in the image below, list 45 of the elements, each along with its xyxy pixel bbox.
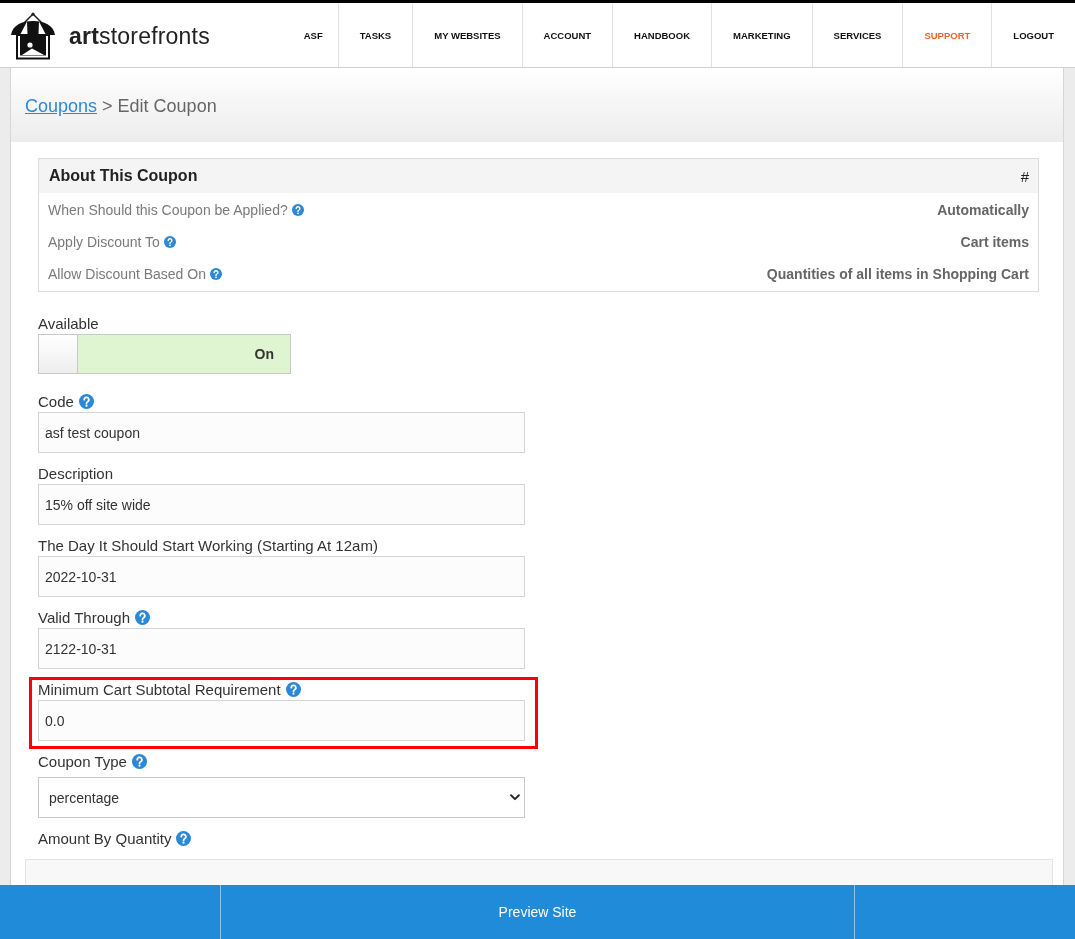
help-icon[interactable]	[131, 753, 147, 769]
field-label: Minimum Cart Subtotal Requirement	[38, 680, 281, 698]
field-label: Coupon Type	[38, 752, 127, 770]
field-label: Available	[38, 314, 99, 332]
logo-text[interactable]: artstorefronts	[69, 22, 210, 50]
text-input-field[interactable]: asf test coupon	[38, 412, 525, 453]
nav-link[interactable]: MY WEBSITES	[412, 3, 522, 67]
field-label: The Day It Should Start Working (Starting At 12am)	[38, 536, 378, 554]
nav-link[interactable]: HANDBOOK	[612, 3, 711, 67]
nav-link[interactable]: MARKETING	[711, 3, 812, 67]
anchor-link[interactable]: #	[1020, 167, 1029, 185]
help-icon[interactable]	[285, 681, 301, 697]
summary-label: Allow Discount Based On	[48, 266, 206, 282]
text-input-field[interactable]: 15% off site wide	[38, 484, 525, 525]
field-label: Amount By Quantity	[38, 829, 172, 847]
summary-value: Quantities of all items in Shopping Cart	[766, 266, 1029, 282]
nav-link[interactable]: TASKS	[337, 3, 413, 67]
help-icon[interactable]	[209, 268, 222, 280]
nav-link[interactable]: ACCOUNT	[521, 3, 613, 67]
nav-link[interactable]: LOGOUT	[991, 3, 1075, 67]
storefront-logo-icon[interactable]	[9, 12, 57, 60]
help-icon[interactable]	[176, 830, 192, 846]
breadcrumb-separator: >	[102, 96, 113, 117]
text-input-field[interactable]: 2022-10-31	[38, 556, 525, 597]
text-input-field[interactable]: 0.0	[38, 700, 525, 741]
nav-link[interactable]: SERVICES	[811, 3, 903, 67]
help-icon[interactable]	[291, 204, 304, 216]
chevron-down-icon	[510, 794, 520, 801]
availability-toggle[interactable]: On	[38, 334, 291, 374]
summary-label: Apply Discount To	[48, 234, 160, 250]
help-icon[interactable]	[135, 609, 150, 625]
field-label: Description	[38, 464, 114, 482]
nav-link[interactable]: ASF	[282, 3, 338, 67]
toggle-knob[interactable]	[39, 335, 78, 373]
help-icon[interactable]	[78, 393, 94, 409]
summary-label: When Should this Coupon be Applied?	[48, 202, 288, 218]
summary-value: Automatically	[937, 202, 1029, 218]
coupon-type-select[interactable]: percentage	[38, 777, 525, 818]
field-label: Code	[38, 392, 74, 410]
text-input-field[interactable]: 2122-10-31	[38, 628, 525, 669]
help-icon[interactable]	[163, 236, 176, 248]
summary-value: Cart items	[960, 234, 1029, 250]
field-label: Valid Through	[38, 608, 130, 626]
breadcrumb-current: Edit Coupon	[117, 96, 217, 117]
summary-title: About This Coupon	[49, 167, 198, 185]
